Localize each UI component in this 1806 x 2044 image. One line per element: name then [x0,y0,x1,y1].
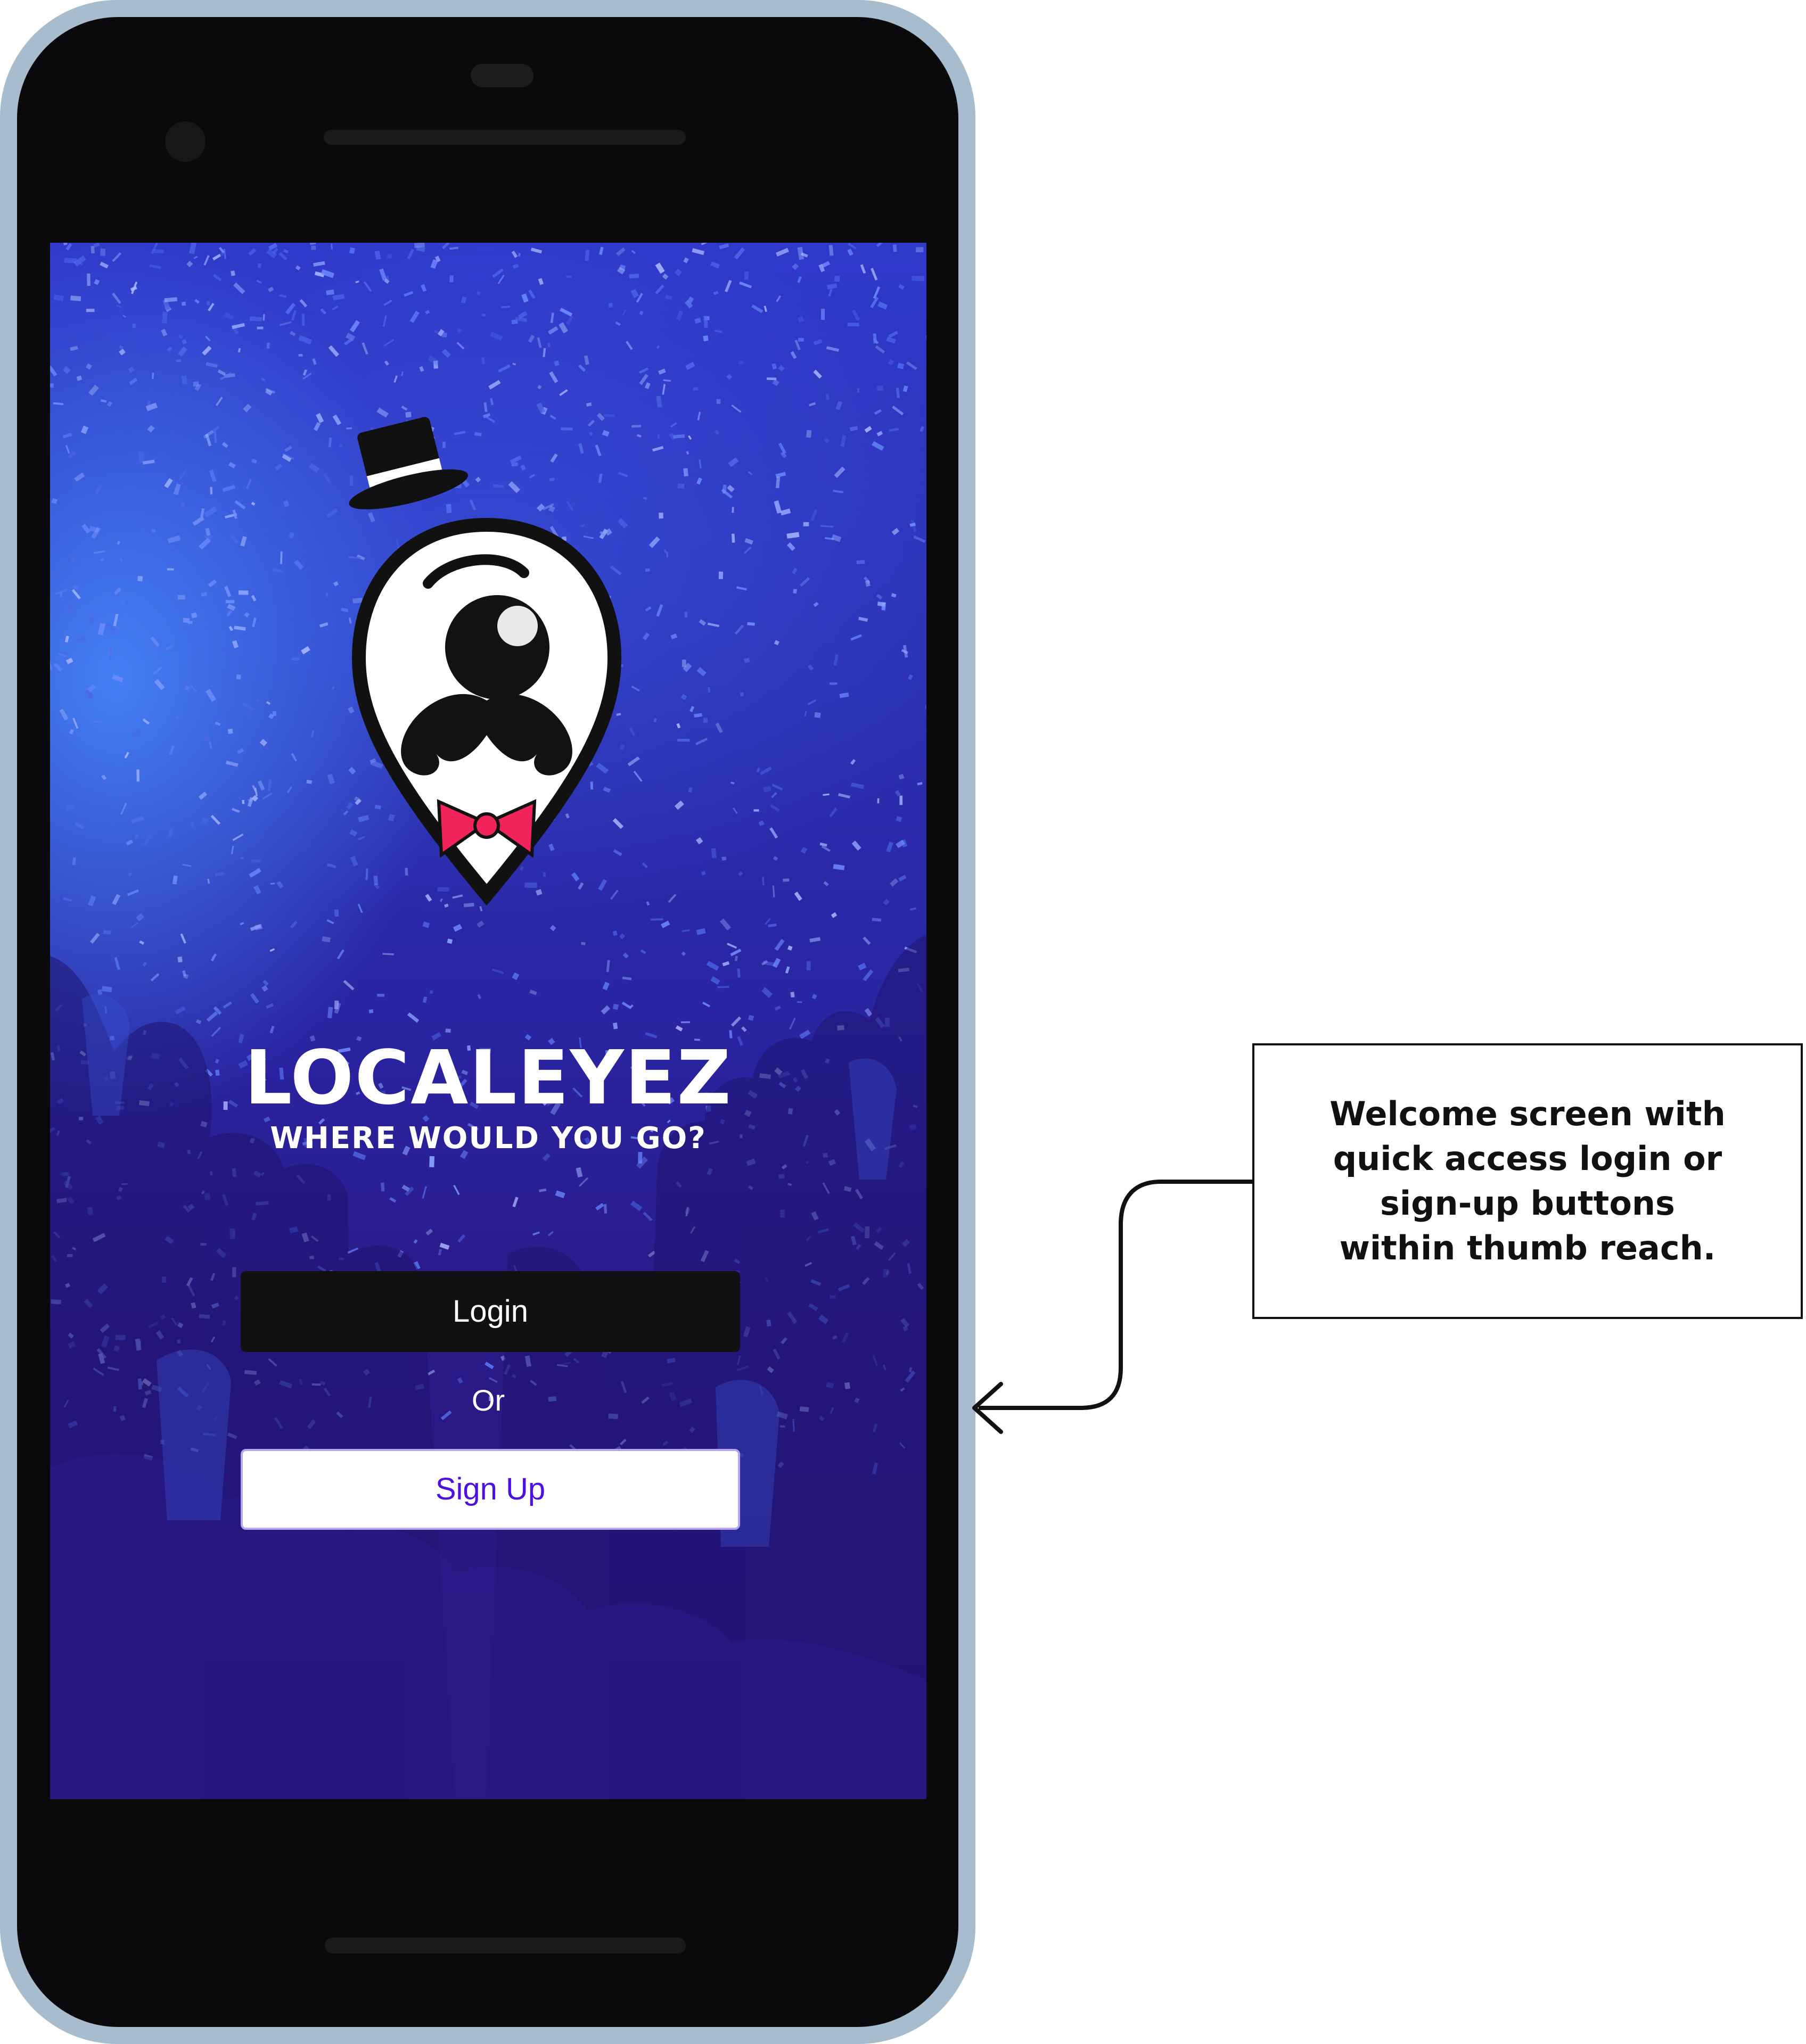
annotation-connector [972,1180,1252,1434]
annotation-text: Welcome screen with quick access login o… [1329,1094,1726,1267]
stage: LOCALEYEZ WHERE WOULD YOU GO? Login Or S… [0,0,1806,2044]
annotation-box: Welcome screen with quick access login o… [1252,1043,1803,1319]
